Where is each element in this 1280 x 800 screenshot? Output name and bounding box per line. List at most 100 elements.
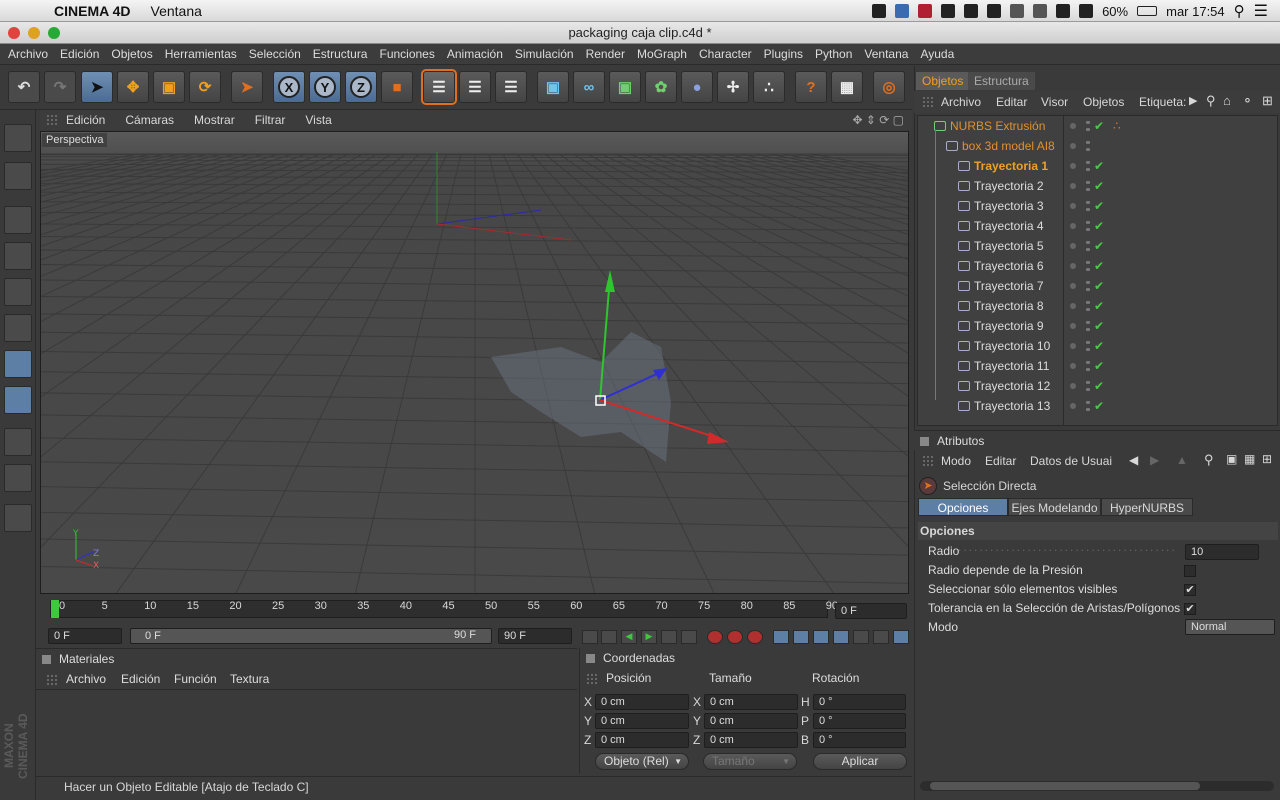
enabled-check-icon[interactable]: ✔ bbox=[1094, 296, 1104, 316]
battery-icon[interactable] bbox=[1137, 6, 1158, 16]
use-edges-button[interactable] bbox=[4, 314, 32, 342]
play-backward-button[interactable]: ◀ bbox=[621, 630, 637, 644]
undo-button[interactable]: ↶ bbox=[8, 71, 40, 103]
vp-menu-edicion[interactable]: Edición bbox=[66, 113, 105, 127]
redo-button[interactable]: ↷ bbox=[44, 71, 76, 103]
render-dots-icon[interactable] bbox=[1084, 319, 1092, 333]
size-y-field[interactable]: 0 cm bbox=[704, 713, 798, 729]
size-mode-dropdown[interactable]: Tamaño ▼ bbox=[703, 753, 797, 770]
visibility-dot-icon[interactable] bbox=[1070, 363, 1076, 369]
use-points-button[interactable] bbox=[4, 278, 32, 306]
key-point-button[interactable] bbox=[873, 630, 889, 644]
cube-object-button[interactable]: ▣ bbox=[537, 71, 569, 103]
menu-herramientas[interactable]: Herramientas bbox=[165, 47, 237, 61]
attr-menu-modo[interactable]: Modo bbox=[941, 454, 971, 468]
history-icon[interactable]: ▦ bbox=[1244, 452, 1255, 466]
visibility-dot-icon[interactable] bbox=[1070, 343, 1076, 349]
radius-field[interactable]: 10 bbox=[1185, 544, 1259, 560]
close-window-button[interactable] bbox=[8, 27, 20, 39]
more-arrow-icon[interactable]: ▶ bbox=[1189, 94, 1197, 107]
apply-button[interactable]: Aplicar bbox=[813, 753, 907, 770]
visibility-dot-icon[interactable] bbox=[1070, 203, 1076, 209]
render-dots-icon[interactable] bbox=[1084, 259, 1092, 273]
visibility-dot-icon[interactable] bbox=[1070, 403, 1076, 409]
next-frame-button[interactable] bbox=[661, 630, 677, 644]
visibility-dot-icon[interactable] bbox=[1070, 143, 1076, 149]
menu-plugins[interactable]: Plugins bbox=[764, 47, 803, 61]
environment-button[interactable]: ∴ bbox=[753, 71, 785, 103]
enabled-check-icon[interactable]: ✔ bbox=[1094, 256, 1104, 276]
enabled-check-icon[interactable]: ✔ bbox=[1094, 116, 1104, 136]
autokey-button[interactable] bbox=[727, 630, 743, 644]
render-view-button[interactable]: ☰ bbox=[421, 69, 457, 105]
minimize-window-button[interactable] bbox=[28, 27, 40, 39]
spline-button[interactable]: ∞ bbox=[573, 71, 605, 103]
mat-menu-archivo[interactable]: Archivo bbox=[66, 669, 106, 689]
use-polygons-button[interactable] bbox=[4, 350, 32, 378]
render-dots-icon[interactable] bbox=[1084, 339, 1092, 353]
enabled-check-icon[interactable]: ✔ bbox=[1094, 376, 1104, 396]
render-dots-icon[interactable] bbox=[1084, 179, 1092, 193]
render-dots-icon[interactable] bbox=[1084, 299, 1092, 313]
size-x-field[interactable]: 0 cm bbox=[704, 694, 798, 710]
visibility-dot-icon[interactable] bbox=[1070, 183, 1076, 189]
object-row[interactable]: Trayectoria 2 ✔ bbox=[918, 176, 1278, 196]
vp-menu-camaras[interactable]: Cámaras bbox=[125, 113, 174, 127]
key-rotation-button[interactable] bbox=[813, 630, 829, 644]
checker-button[interactable] bbox=[4, 428, 32, 456]
scale-tool[interactable]: ▣ bbox=[153, 71, 185, 103]
menu-archivo[interactable]: Archivo bbox=[8, 47, 48, 61]
render-dots-icon[interactable] bbox=[1084, 219, 1092, 233]
object-row[interactable]: Trayectoria 6 ✔ bbox=[918, 256, 1278, 276]
object-row[interactable]: Trayectoria 5 ✔ bbox=[918, 236, 1278, 256]
menu-character[interactable]: Character bbox=[699, 47, 752, 61]
size-z-field[interactable]: 0 cm bbox=[704, 732, 798, 748]
render-dots-icon[interactable] bbox=[1084, 399, 1092, 413]
enabled-check-icon[interactable]: ✔ bbox=[1094, 216, 1104, 236]
attr-menu-datos-usuario[interactable]: Datos de Usuai bbox=[1030, 454, 1112, 468]
object-row[interactable]: box 3d model AI8 bbox=[918, 136, 1278, 156]
enabled-check-icon[interactable]: ✔ bbox=[1094, 236, 1104, 256]
menu-ventana[interactable]: Ventana bbox=[864, 47, 908, 61]
menu-seleccion[interactable]: Selección bbox=[249, 47, 301, 61]
mat-menu-edicion[interactable]: Edición bbox=[121, 669, 160, 689]
rot-b-field[interactable]: 0 ° bbox=[813, 732, 906, 748]
obj-menu-etiquetas[interactable]: Etiqueta: bbox=[1139, 95, 1186, 109]
object-row[interactable]: Trayectoria 4 ✔ bbox=[918, 216, 1278, 236]
menu-estructura[interactable]: Estructura bbox=[313, 47, 368, 61]
render-dots-icon[interactable] bbox=[1084, 139, 1092, 153]
render-picture-viewer-button[interactable]: ☰ bbox=[459, 71, 491, 103]
help-button[interactable]: ? bbox=[795, 71, 827, 103]
lock-z-axis-button[interactable]: Z bbox=[345, 71, 377, 103]
tab-ejes-modelando[interactable]: Ejes Modelando bbox=[1008, 498, 1101, 516]
visibility-dot-icon[interactable] bbox=[1070, 263, 1076, 269]
visibility-dot-icon[interactable] bbox=[1070, 283, 1076, 289]
bluetooth-icon[interactable] bbox=[1033, 4, 1048, 18]
object-row[interactable]: Trayectoria 10 ✔ bbox=[918, 336, 1278, 356]
render-dots-icon[interactable] bbox=[1084, 379, 1092, 393]
menu-render[interactable]: Render bbox=[586, 47, 625, 61]
enabled-check-icon[interactable]: ✔ bbox=[1094, 396, 1104, 416]
render-settings-button[interactable]: ☰ bbox=[495, 71, 527, 103]
object-row[interactable]: Trayectoria 3 ✔ bbox=[918, 196, 1278, 216]
sculpt-button[interactable] bbox=[4, 504, 32, 532]
coordinate-system-button[interactable]: ■ bbox=[381, 71, 413, 103]
live-selection-tool[interactable]: ➤ bbox=[81, 71, 113, 103]
enabled-check-icon[interactable]: ✔ bbox=[1094, 156, 1104, 176]
enabled-check-icon[interactable]: ✔ bbox=[1094, 176, 1104, 196]
render-dots-icon[interactable] bbox=[1084, 119, 1092, 133]
prev-frame-button[interactable] bbox=[601, 630, 617, 644]
record-button[interactable] bbox=[707, 630, 723, 644]
render-dots-icon[interactable] bbox=[1084, 239, 1092, 253]
scrollbar-thumb[interactable] bbox=[930, 782, 1200, 790]
enabled-check-icon[interactable]: ✔ bbox=[1094, 316, 1104, 336]
menu-ayuda[interactable]: Ayuda bbox=[920, 47, 954, 61]
start-frame-field[interactable]: 0 F bbox=[48, 628, 122, 644]
drive-icon[interactable] bbox=[872, 4, 887, 18]
new-attr-window-icon[interactable]: ⊞ bbox=[1262, 452, 1272, 466]
forward-arrow-icon[interactable]: ▶ bbox=[1150, 453, 1159, 467]
keyframe-selection-button[interactable] bbox=[747, 630, 763, 644]
tab-objetos[interactable]: Objetos bbox=[916, 72, 970, 90]
enabled-check-icon[interactable]: ✔ bbox=[1094, 356, 1104, 376]
spotlight-icon[interactable]: ⚲ bbox=[1234, 2, 1245, 20]
